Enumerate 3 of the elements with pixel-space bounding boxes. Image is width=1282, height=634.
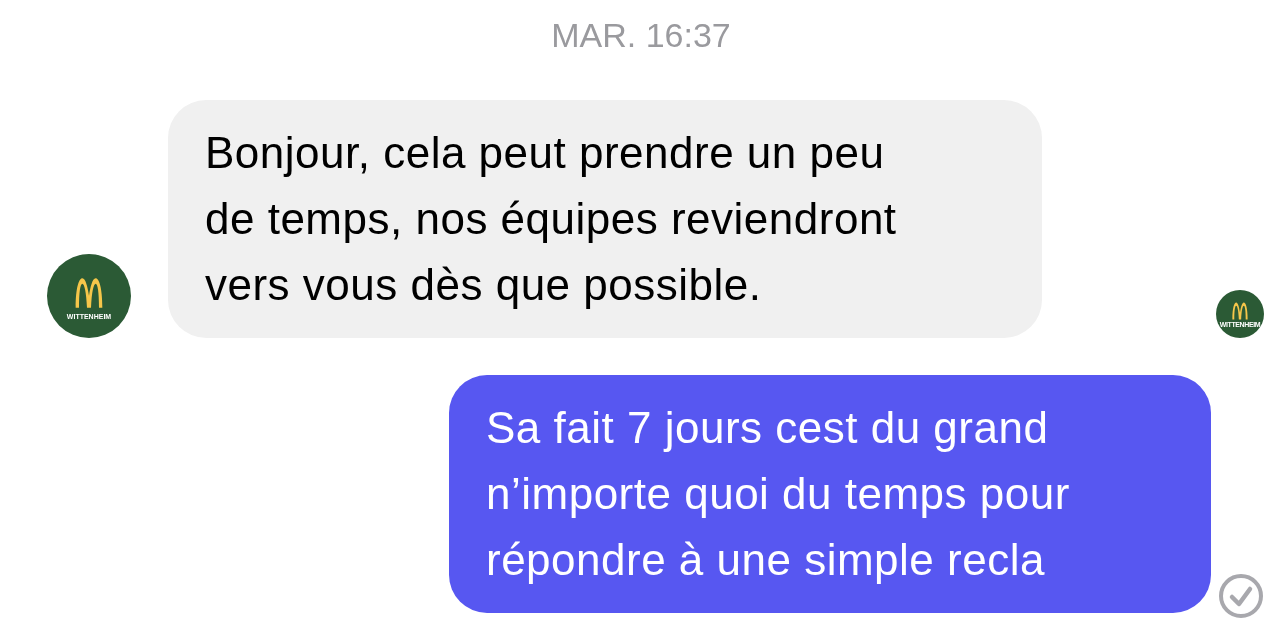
timestamp: MAR. 16:37	[550, 15, 732, 56]
message-bubble: Sa fait 7 jours cest du grand n’importe quoi du temps pour répondre à une simple recla	[449, 375, 1211, 613]
message-bubble: Bonjour, cela peut prendre un peu de temps, nos équipes reviendront vers vous dès que possible.	[168, 100, 1042, 338]
